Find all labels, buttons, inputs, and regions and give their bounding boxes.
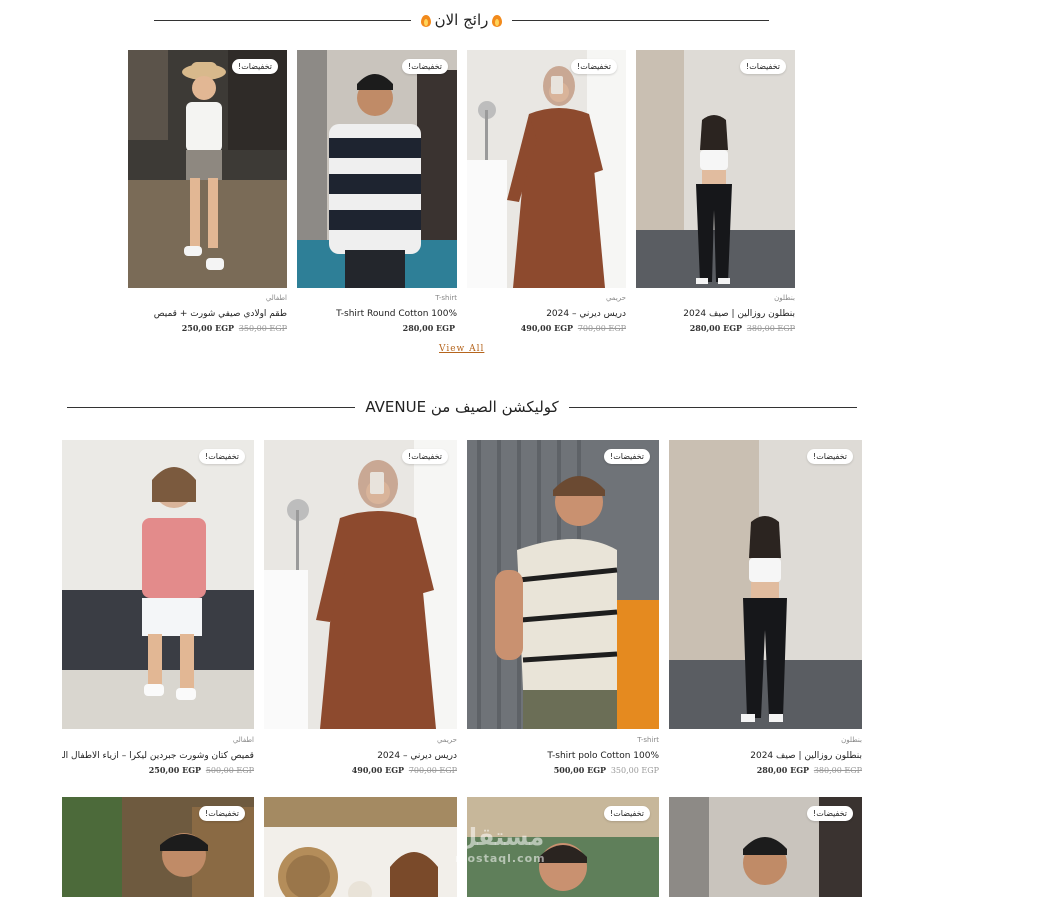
product-category[interactable]: بنطلون (669, 736, 862, 744)
product-image[interactable]: تخفيضات! (467, 50, 626, 288)
product-card-partial[interactable]: تخفيضات! (669, 797, 862, 897)
product-image[interactable]: تخفيضات! (636, 50, 795, 288)
product-card-kids-linen[interactable]: تخفيضات! اطفالي قميص كتان وشورت جبردين ل… (62, 440, 254, 780)
sale-badge: تخفيضات! (807, 806, 853, 821)
product-image[interactable]: تخفيضات! (669, 440, 862, 729)
product-card-pants[interactable]: تخفيضات! بنطلون بنطلون روزالين | صيف 202… (669, 440, 862, 780)
sale-badge: تخفيضات! (402, 449, 448, 464)
sale-badge: تخفيضات! (604, 449, 650, 464)
sale-badge: تخفيضات! (199, 806, 245, 821)
product-card-kids-set[interactable]: تخفيضات! اطفالي طقم اولادي صيفي شورت + ق… (128, 50, 287, 335)
product-card-pants[interactable]: تخفيضات! بنطلون بنطلون روزالين | صيف 202… (636, 50, 795, 335)
sale-badge: تخفيضات! (402, 59, 448, 74)
product-price: 250,00 EGP 500,00 EGP (148, 765, 254, 775)
summer-header: كوليكشن الصيف من AVENUE (67, 398, 858, 416)
divider-right (512, 19, 769, 21)
product-image[interactable]: تخفيضات! (297, 50, 457, 288)
product-image[interactable]: تخفيضات! (128, 50, 287, 288)
product-category[interactable]: T-shirt (467, 736, 659, 744)
product-price: 250,00 EGP 350,00 EGP (181, 323, 287, 333)
divider-right (568, 406, 858, 408)
product-card-dress[interactable]: تخفيضات! حريمي دريس ديرني – 2024 490,00 … (467, 50, 626, 335)
trending-title: رائج الان (420, 11, 503, 29)
watermark: مستقل mostaql.com (455, 823, 546, 865)
product-image[interactable]: تخفيضات! (669, 797, 862, 897)
product-image[interactable]: تخفيضات! (62, 797, 254, 897)
product-category[interactable]: اطفالي (62, 736, 254, 744)
divider-left (67, 406, 356, 408)
product-name[interactable]: T-shirt Round Cotton 100% (297, 309, 457, 319)
product-price: 280,00 EGP 380,00 EGP (689, 323, 795, 333)
product-price: 500,00 EGP 350,00 EGP (553, 765, 659, 775)
product-card-polo[interactable]: تخفيضات! T-shirt T-shirt polo Cotton 100… (467, 440, 659, 780)
product-card-partial[interactable] (264, 797, 457, 897)
product-name[interactable]: قميص كتان وشورت جبردين ليكرا – أزياء الأ… (62, 751, 254, 761)
product-name[interactable]: دريس ديرني – 2024 (264, 751, 457, 761)
product-name[interactable]: بنطلون روزالين | صيف 2024 (669, 751, 862, 761)
product-price: 490,00 EGP 700,00 EGP (520, 323, 626, 333)
trending-header: رائج الان (154, 11, 769, 29)
product-name[interactable]: دريس ديرني – 2024 (467, 309, 626, 319)
sale-badge: تخفيضات! (740, 59, 786, 74)
sale-badge: تخفيضات! (199, 449, 245, 464)
product-category[interactable]: T-shirt (297, 294, 457, 302)
product-name[interactable]: بنطلون روزالين | صيف 2024 (636, 309, 795, 319)
flame-icon (420, 13, 431, 27)
product-category[interactable]: اطفالي (128, 294, 287, 302)
product-price: 280,00 EGP (402, 323, 455, 333)
product-image[interactable]: تخفيضات! (264, 440, 457, 729)
divider-left (154, 19, 411, 21)
product-price: 280,00 EGP 380,00 EGP (756, 765, 862, 775)
sale-badge: تخفيضات! (232, 59, 278, 74)
product-category[interactable]: حريمي (264, 736, 457, 744)
summer-title: كوليكشن الصيف من AVENUE (365, 398, 559, 416)
product-category[interactable]: حريمي (467, 294, 626, 302)
product-name[interactable]: T-shirt polo Cotton 100% (467, 751, 659, 761)
sale-badge: تخفيضات! (571, 59, 617, 74)
product-card-dress[interactable]: تخفيضات! حريمي دريس ديرني – 2024 490,00 … (264, 440, 457, 780)
product-image[interactable]: تخفيضات! (467, 440, 659, 729)
product-card-partial[interactable]: تخفيضات! (62, 797, 254, 897)
sale-badge: تخفيضات! (807, 449, 853, 464)
product-card-tshirt-round[interactable]: تخفيضات! T-shirt T-shirt Round Cotton 10… (297, 50, 457, 335)
product-image[interactable] (264, 797, 457, 897)
product-category[interactable]: بنطلون (636, 294, 795, 302)
flame-icon (492, 13, 503, 27)
sale-badge: تخفيضات! (604, 806, 650, 821)
view-all-link[interactable]: View All (439, 344, 484, 354)
product-image[interactable]: تخفيضات! (62, 440, 254, 729)
product-name[interactable]: طقم اولادي صيفي شورت + قميص (128, 309, 287, 319)
product-price: 490,00 EGP 700,00 EGP (351, 765, 457, 775)
